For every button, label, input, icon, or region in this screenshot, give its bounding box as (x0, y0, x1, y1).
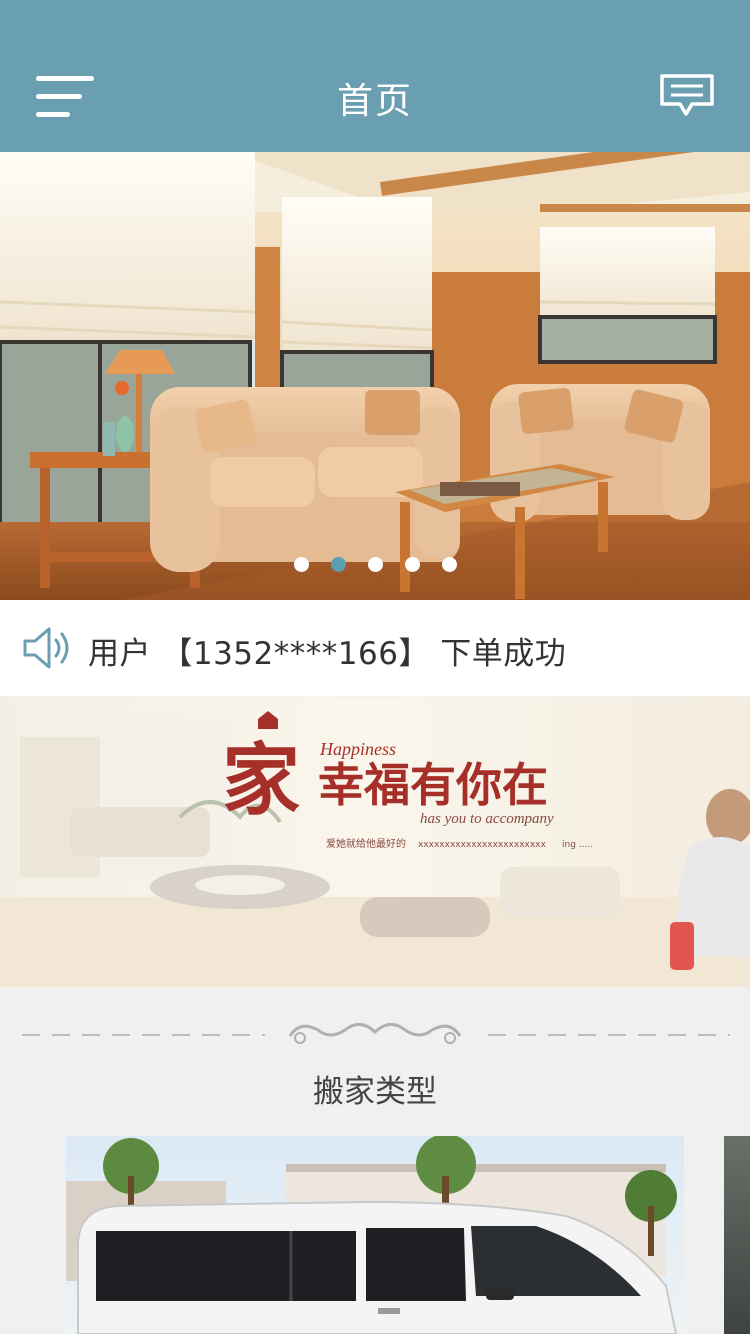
living-room-image (0, 152, 750, 600)
message-button[interactable] (658, 70, 716, 124)
carousel-dot[interactable] (404, 557, 420, 572)
section-divider (22, 1023, 730, 1044)
banner-script-en-2: has you to accompany (420, 811, 554, 827)
section-title: 搬家类型 (313, 1074, 437, 1110)
carousel-indicators (0, 557, 750, 575)
speaker-icon (23, 627, 69, 669)
banner-small-text-3: ing ..... (562, 840, 593, 850)
moving-type-card[interactable] (66, 1136, 684, 1334)
chat-icon (660, 74, 714, 116)
carousel-dot[interactable] (441, 557, 457, 572)
van-image (66, 1136, 684, 1334)
notice-text: 用户 【1352****166】 下单成功 (88, 636, 567, 672)
next-card-peek[interactable] (724, 1136, 750, 1334)
banner-small-text-2: xxxxxxxxxxxxxxxxxxxxxxxx (418, 840, 547, 850)
banner-small-text-1: 爱她就给他最好的 (326, 837, 406, 850)
banner-script-en-1: Happiness (319, 739, 396, 759)
page-title: 首页 (336, 81, 413, 122)
banner-main-char: 家 (222, 737, 300, 824)
carousel-dot[interactable] (293, 557, 309, 572)
banner-headline: 幸福有你在 (318, 760, 548, 811)
banner-image: 家 Happiness 幸福有你在 has you to accompany 爱… (0, 697, 750, 987)
carousel-dot-active[interactable] (330, 557, 346, 572)
promo-banner[interactable]: 家 Happiness 幸福有你在 has you to accompany 爱… (0, 697, 750, 987)
hero-carousel[interactable] (0, 152, 750, 600)
carousel-dot[interactable] (367, 557, 383, 572)
